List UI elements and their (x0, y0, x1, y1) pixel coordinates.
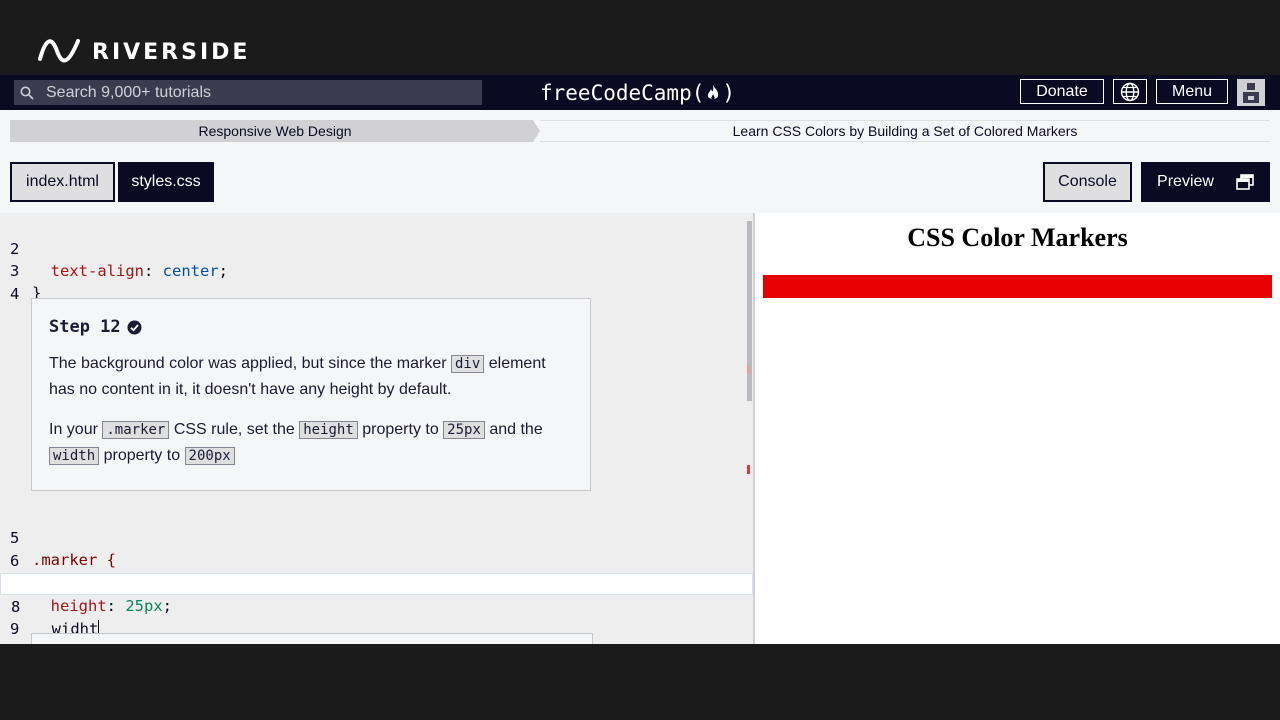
search-icon (20, 86, 34, 100)
breadcrumb: Responsive Web Design Learn CSS Colors b… (0, 110, 1280, 150)
tab-styles-css[interactable]: styles.css (118, 162, 214, 202)
inline-code: 200px (184, 447, 235, 465)
preview-label: Preview (1157, 173, 1214, 190)
code-line[interactable]: 7 height: 25px; (0, 551, 753, 615)
inline-code: height (299, 421, 358, 439)
recorder-header: RIVERSIDE (0, 0, 1280, 75)
code-line[interactable]: 6 background-color: red; (0, 528, 753, 592)
code-editor[interactable]: 2 text-align: center; 3 } 4 Step 12 The … (0, 213, 753, 644)
breadcrumb-project[interactable]: Learn CSS Colors by Building a Set of Co… (540, 120, 1270, 142)
preview-heading: CSS Color Markers (907, 223, 1128, 252)
step-paragraph-1: The background color was applied, but si… (49, 355, 546, 398)
language-button[interactable] (1113, 79, 1147, 104)
recorder-footer (0, 644, 1280, 720)
inline-code: 25px (443, 421, 485, 439)
avatar[interactable] (1237, 79, 1265, 106)
code-line-active[interactable]: 8 widht (0, 573, 753, 638)
fcc-logo-suffix: ) (722, 80, 736, 105)
donate-button[interactable]: Donate (1020, 79, 1104, 104)
code-line[interactable]: 5 .marker { (0, 505, 753, 569)
inline-code: width (49, 447, 100, 465)
globe-icon (1120, 82, 1140, 101)
step-instructions: Step 12 The background color was applied… (31, 298, 591, 491)
editor-tabs-bar: index.html styles.css Console Preview (0, 150, 1280, 213)
new-window-icon (1236, 174, 1254, 190)
flame-icon (708, 84, 719, 99)
riverside-brand: RIVERSIDE (92, 39, 251, 65)
breadcrumb-course[interactable]: Responsive Web Design (10, 120, 540, 142)
console-button[interactable]: Console (1043, 162, 1132, 202)
top-nav: Search 9,000+ tutorials freeCodeCamp( ) … (0, 75, 1280, 110)
scrollbar-error-marker (747, 465, 750, 474)
code-line[interactable]: 4 (0, 261, 753, 303)
code-line[interactable]: 3 } (0, 238, 753, 302)
tab-index-html[interactable]: index.html (10, 162, 115, 202)
search-placeholder: Search 9,000+ tutorials (46, 83, 211, 101)
next-card-edge (31, 633, 593, 644)
fcc-logo[interactable]: freeCodeCamp( ) (540, 79, 735, 106)
fcc-logo-text: freeCodeCamp( (540, 80, 705, 105)
step-title: Step 12 (49, 317, 573, 337)
inline-code: div (451, 355, 485, 373)
step-paragraph-2: In your .marker CSS rule, set the height… (49, 421, 543, 465)
search-input[interactable]: Search 9,000+ tutorials (14, 80, 482, 105)
code-line[interactable]: 2 text-align: center; (0, 216, 753, 280)
marker-div (763, 275, 1272, 298)
line-number: 9 (10, 620, 20, 638)
check-circle-icon (127, 320, 142, 334)
user-avatar-icon (1243, 83, 1259, 103)
riverside-logo: RIVERSIDE (38, 36, 250, 68)
step-title-text: Step 12 (49, 317, 121, 337)
line-number: 4 (10, 285, 20, 303)
preview-button[interactable]: Preview (1141, 162, 1270, 202)
code-line[interactable]: 9 } (0, 596, 753, 644)
preview-pane: CSS Color Markers (755, 213, 1280, 644)
editor-scrollbar[interactable] (747, 221, 752, 401)
scrollbar-marker (747, 365, 750, 374)
inline-code: .marker (102, 421, 170, 439)
menu-button[interactable]: Menu (1156, 79, 1228, 104)
riverside-wave-icon (38, 39, 80, 63)
